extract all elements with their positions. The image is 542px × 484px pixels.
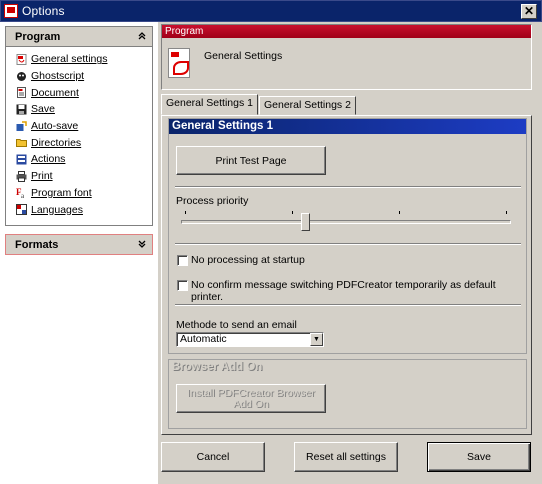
sidebar-item-ghostscript[interactable]: Ghostscript: [16, 68, 152, 85]
folder-icon: [16, 137, 27, 148]
auto-save-icon: [16, 120, 27, 132]
sidebar-item-label: General settings: [31, 53, 108, 66]
program-panel-title: Program: [15, 30, 61, 43]
save-icon: [16, 104, 27, 115]
chevron-down-icon[interactable]: [138, 240, 146, 249]
sidebar-item-auto-save[interactable]: Auto-save: [16, 118, 152, 135]
sidebar-item-label: Program font: [31, 186, 92, 199]
font-icon: Fa: [16, 187, 27, 200]
group-title: General Settings 1: [169, 119, 526, 134]
browser-addon-group: Browser Add On Install PDFCreator Browse…: [168, 359, 527, 429]
sidebar-item-document[interactable]: Document: [16, 84, 152, 101]
general-settings-1-group: General Settings 1 Print Test Page Proce…: [168, 118, 527, 354]
pdf-document-icon: [168, 48, 190, 78]
email-method-label: Methode to send an email: [176, 319, 297, 331]
sidebar-item-print[interactable]: Print: [16, 168, 152, 185]
printer-icon: [16, 170, 27, 182]
no-processing-checkbox[interactable]: [177, 255, 188, 266]
formats-panel-header[interactable]: Formats: [6, 235, 152, 254]
no-confirm-label: No confirm message switching PDFCreator …: [191, 279, 496, 303]
pdfcreator-app-icon: [4, 4, 18, 18]
no-processing-label: No processing at startup: [191, 254, 305, 266]
sidebar-item-languages[interactable]: Languages: [16, 201, 152, 218]
sidebar-item-label: Document: [31, 86, 79, 99]
program-section-bar: Program: [162, 25, 531, 38]
slider-tick: [399, 211, 400, 214]
cancel-button[interactable]: Cancel: [161, 442, 265, 472]
email-method-value: Automatic: [180, 333, 227, 345]
dropdown-arrow-icon[interactable]: ▼: [310, 333, 323, 346]
page-title: General Settings: [204, 50, 283, 62]
separator: [175, 243, 521, 245]
svg-text:a: a: [21, 192, 25, 198]
separator: [175, 186, 521, 188]
sidebar-item-label: Print: [31, 170, 53, 183]
slider-tick: [506, 211, 507, 214]
chevron-up-icon[interactable]: [138, 32, 146, 41]
process-priority-label: Process priority: [176, 195, 249, 207]
window-title: Options: [22, 4, 65, 18]
reset-button-label: Reset all settings: [306, 451, 386, 463]
sidebar-item-directories[interactable]: Directories: [16, 134, 152, 151]
sidebar-item-label: Languages: [31, 203, 83, 216]
program-header-box: Program General Settings: [161, 24, 532, 90]
reset-all-settings-button[interactable]: Reset all settings: [294, 442, 398, 472]
sidebar-item-save[interactable]: Save: [16, 101, 152, 118]
tab-panel: General Settings 1 Print Test Page Proce…: [161, 115, 532, 435]
process-priority-slider-thumb[interactable]: [301, 213, 311, 231]
program-nav-list: General settings Ghostscript Document Sa…: [6, 47, 152, 224]
sidebar-item-label: Actions: [31, 153, 66, 166]
actions-icon: [16, 154, 27, 165]
no-confirm-checkbox[interactable]: [177, 280, 188, 291]
main-content: Program General Settings General Setting…: [158, 22, 542, 484]
window-titlebar: Options ✕: [0, 0, 542, 22]
save-button-label: Save: [467, 451, 491, 463]
email-method-select[interactable]: Automatic ▼: [176, 332, 324, 347]
tab-general-settings-2[interactable]: General Settings 2: [258, 96, 356, 115]
save-button[interactable]: Save: [427, 442, 531, 472]
sidebar-item-label: Directories: [31, 136, 82, 149]
browser-addon-title: Browser Add On: [169, 360, 526, 375]
program-panel-header[interactable]: Program: [6, 27, 152, 47]
install-browser-addon-button: Install PDFCreator Browser Add On: [176, 384, 326, 413]
ghostscript-icon: [16, 71, 27, 82]
sidebar-item-program-font[interactable]: Fa Program font: [16, 185, 152, 202]
general-settings-icon: [16, 53, 27, 65]
formats-panel[interactable]: Formats: [5, 234, 153, 255]
close-icon[interactable]: ✕: [521, 4, 537, 19]
print-test-page-button[interactable]: Print Test Page: [176, 146, 326, 175]
sidebar: Program General settings Ghostscript Doc…: [0, 22, 158, 480]
program-panel: Program General settings Ghostscript Doc…: [5, 26, 153, 226]
separator: [175, 304, 521, 306]
tab-general-settings-1[interactable]: General Settings 1: [161, 94, 258, 115]
languages-icon: [16, 204, 27, 216]
slider-tick: [292, 211, 293, 214]
document-icon: [16, 87, 27, 99]
slider-tick: [185, 211, 186, 214]
cancel-button-label: Cancel: [196, 451, 230, 463]
sidebar-item-actions[interactable]: Actions: [16, 151, 152, 168]
sidebar-item-label: Auto-save: [31, 120, 79, 133]
sidebar-item-label: Save: [31, 103, 55, 116]
process-priority-track[interactable]: [181, 220, 511, 224]
settings-tabs: General Settings 1 General Settings 2: [161, 94, 357, 115]
sidebar-item-general-settings[interactable]: General settings: [16, 51, 152, 68]
formats-panel-title: Formats: [15, 238, 59, 251]
sidebar-item-label: Ghostscript: [31, 70, 85, 83]
